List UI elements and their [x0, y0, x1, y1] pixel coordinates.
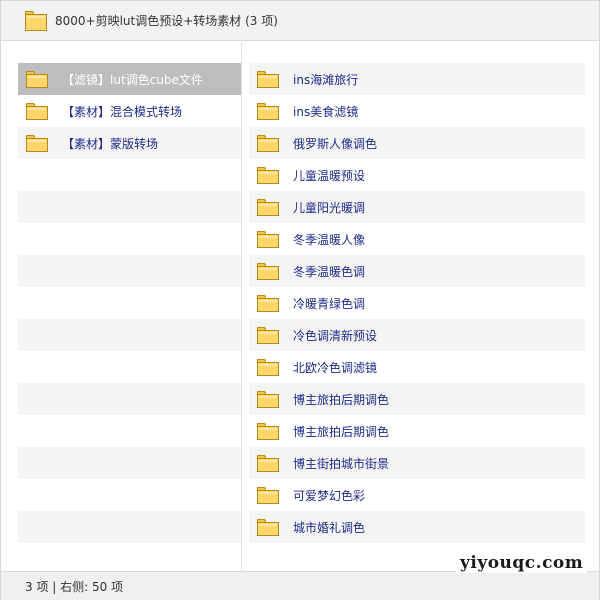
folder-label: ins美食滤镜	[293, 104, 359, 119]
folder-icon	[257, 518, 279, 536]
left-folder-item-blend-transition[interactable]: 【素材】混合模式转场	[18, 95, 241, 127]
left-folder-item-mask-transition[interactable]: 【素材】蒙版转场	[18, 127, 241, 159]
folder-icon	[26, 102, 48, 120]
folder-icon	[257, 294, 279, 312]
title-bar: 8000+剪映lut调色预设+转场素材 (3 项)	[1, 1, 599, 41]
empty-row	[18, 383, 241, 415]
folder-icon	[25, 10, 47, 31]
folder-icon	[257, 230, 279, 248]
empty-row	[18, 511, 241, 543]
folder-label: 冷色调清新预设	[293, 328, 378, 343]
folder-icon	[257, 134, 279, 152]
empty-row	[18, 479, 241, 511]
right-folder-item[interactable]: 冷暖青绿色调	[249, 287, 585, 319]
folder-label: 冬季温暖人像	[293, 232, 366, 247]
folder-label: 【素材】混合模式转场	[62, 104, 183, 119]
folder-icon	[26, 70, 48, 88]
folder-label: 城市婚礼调色	[293, 520, 366, 535]
folder-icon	[26, 134, 48, 152]
folder-icon	[257, 454, 279, 472]
folder-label: 俄罗斯人像调色	[293, 136, 378, 151]
right-folder-item[interactable]: ins海滩旅行	[249, 63, 585, 95]
folder-label: 博主旅拍后期调色	[293, 392, 390, 407]
right-folder-item[interactable]: 博主旅拍后期调色	[249, 383, 585, 415]
folder-icon	[257, 326, 279, 344]
window-title: 8000+剪映lut调色预设+转场素材 (3 项)	[55, 14, 278, 28]
right-folder-item[interactable]: 冷色调清新预设	[249, 319, 585, 351]
folder-icon	[257, 358, 279, 376]
right-folder-item[interactable]: 可爱梦幻色彩	[249, 479, 585, 511]
folder-label: 【滤镜】lut调色cube文件	[62, 72, 203, 87]
right-folder-item[interactable]: 俄罗斯人像调色	[249, 127, 585, 159]
left-folder-item-lut-cube[interactable]: 【滤镜】lut调色cube文件	[18, 63, 241, 95]
empty-row	[18, 287, 241, 319]
right-folder-item[interactable]: 北欧冷色调滤镜	[249, 351, 585, 383]
pane-divider[interactable]	[241, 42, 242, 572]
folder-icon	[257, 198, 279, 216]
right-folder-item[interactable]: 冬季温暖人像	[249, 223, 585, 255]
folder-label: 【素材】蒙版转场	[62, 136, 159, 151]
right-folder-item[interactable]: ins美食滤镜	[249, 95, 585, 127]
right-folder-item[interactable]: 冬季温暖色调	[249, 255, 585, 287]
folder-label: 可爱梦幻色彩	[293, 488, 366, 503]
right-folder-list: ins海滩旅行 ins美食滤镜 俄罗斯人像调色 儿童温暖预设 儿童阳光暖调 冬季…	[249, 63, 585, 543]
right-folder-item[interactable]: 博主旅拍后期调色	[249, 415, 585, 447]
empty-row	[18, 319, 241, 351]
folder-label: 冬季温暖色调	[293, 264, 366, 279]
folder-icon	[257, 390, 279, 408]
empty-row	[18, 415, 241, 447]
folder-icon	[257, 102, 279, 120]
status-bar: 3 项 | 右侧: 50 项	[1, 571, 599, 600]
empty-row	[18, 191, 241, 223]
watermark: yiyouqc.com	[456, 553, 588, 573]
folder-label: 北欧冷色调滤镜	[293, 360, 378, 375]
folder-label: 儿童阳光暖调	[293, 200, 366, 215]
folder-label: 冷暖青绿色调	[293, 296, 366, 311]
right-folder-item[interactable]: 儿童温暖预设	[249, 159, 585, 191]
folder-icon	[257, 262, 279, 280]
folder-icon	[257, 70, 279, 88]
folder-label: 博主旅拍后期调色	[293, 424, 390, 439]
folder-label: ins海滩旅行	[293, 72, 359, 87]
right-folder-item[interactable]: 博主街拍城市街景	[249, 447, 585, 479]
empty-row	[18, 159, 241, 191]
empty-row	[18, 223, 241, 255]
left-folder-list: 【滤镜】lut调色cube文件 【素材】混合模式转场 【素材】蒙版转场	[18, 63, 241, 543]
folder-label: 博主街拍城市街景	[293, 456, 390, 471]
empty-row	[18, 447, 241, 479]
status-text: 3 项 | 右侧: 50 项	[25, 579, 124, 594]
right-folder-item[interactable]: 城市婚礼调色	[249, 511, 585, 543]
empty-row	[18, 351, 241, 383]
file-browser-window: 8000+剪映lut调色预设+转场素材 (3 项) 【滤镜】lut调色cube文…	[0, 0, 600, 600]
folder-icon	[257, 486, 279, 504]
folder-label: 儿童温暖预设	[293, 168, 366, 183]
folder-icon	[257, 422, 279, 440]
folder-icon	[257, 166, 279, 184]
empty-row	[18, 255, 241, 287]
right-folder-item[interactable]: 儿童阳光暖调	[249, 191, 585, 223]
